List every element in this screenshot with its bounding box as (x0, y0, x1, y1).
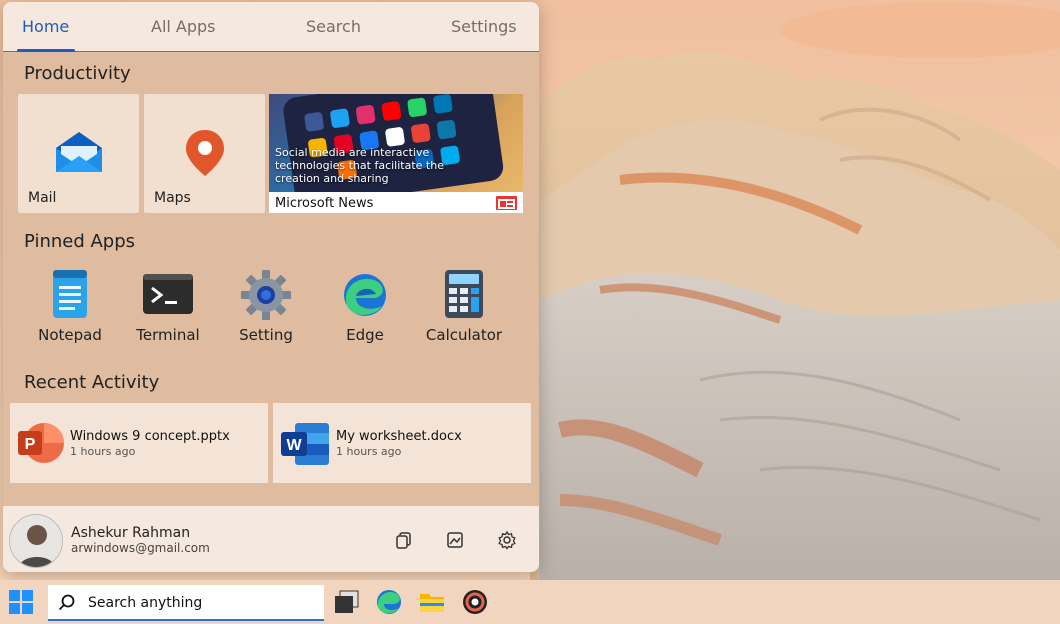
terminal-label: Terminal (136, 326, 200, 344)
pictures-icon[interactable] (445, 530, 465, 550)
start-menu: Home All Apps Search Settings Productivi… (3, 2, 539, 572)
notepad-icon (53, 270, 87, 318)
pinned-calculator[interactable]: Calculator (416, 270, 512, 350)
word-icon: W (281, 423, 329, 465)
recent-activity-heading: Recent Activity (24, 372, 160, 393)
user-email: arwindows@gmail.com (71, 541, 210, 555)
calculator-icon (445, 270, 483, 318)
news-caption: Social media are interactive technologie… (275, 146, 444, 185)
recent-item[interactable]: W My worksheet.docx 1 hours ago (273, 403, 531, 483)
edge-icon (344, 274, 386, 316)
taskbar: Search anything (0, 580, 1060, 624)
svg-text:P: P (25, 436, 36, 453)
setting-label: Setting (239, 326, 293, 344)
recent-item[interactable]: P Windows 9 concept.pptx 1 hours ago (10, 403, 268, 483)
documents-icon[interactable] (394, 530, 414, 550)
pinned-notepad[interactable]: Notepad (22, 270, 118, 350)
recent-item-name: Windows 9 concept.pptx (70, 429, 230, 444)
pinned-setting[interactable]: Setting (218, 270, 314, 350)
user-name: Ashekur Rahman (71, 525, 191, 541)
file-explorer-icon[interactable] (419, 589, 445, 615)
tab-all-apps[interactable]: All Apps (151, 17, 216, 36)
media-player-icon[interactable] (462, 589, 488, 615)
news-icon (496, 196, 517, 210)
search-placeholder: Search anything (88, 595, 203, 611)
pinned-apps-heading: Pinned Apps (24, 231, 136, 252)
tab-settings[interactable]: Settings (451, 17, 517, 36)
active-tab-indicator (17, 49, 75, 52)
map-pin-icon (186, 130, 224, 176)
windows-start-icon[interactable] (8, 589, 34, 615)
edge-taskbar-icon[interactable] (376, 589, 402, 615)
taskbar-search-input[interactable]: Search anything (48, 585, 324, 621)
maps-tile[interactable]: Maps (144, 94, 265, 213)
news-image: Social media are interactive technologie… (269, 94, 523, 192)
recent-item-name: My worksheet.docx (336, 429, 462, 444)
recent-item-time: 1 hours ago (336, 445, 402, 458)
settings-gear-icon[interactable] (497, 530, 517, 550)
mail-icon (56, 132, 102, 172)
start-menu-tabs: Home All Apps Search Settings (3, 2, 539, 52)
tab-search[interactable]: Search (306, 17, 361, 36)
mail-label: Mail (28, 190, 57, 206)
pinned-edge[interactable]: Edge (317, 270, 413, 350)
microsoft-news-tile[interactable]: Social media are interactive technologie… (269, 94, 523, 213)
avatar[interactable] (9, 514, 63, 568)
user-bar: Ashekur Rahman arwindows@gmail.com (3, 506, 539, 572)
mail-tile[interactable]: Mail (18, 94, 139, 213)
maps-label: Maps (154, 190, 191, 206)
gear-icon (241, 270, 291, 320)
news-label: Microsoft News (275, 196, 374, 211)
terminal-icon (143, 274, 193, 314)
calculator-label: Calculator (425, 326, 503, 344)
search-icon (58, 594, 75, 611)
powerpoint-icon: P (18, 423, 64, 463)
tab-home[interactable]: Home (22, 17, 69, 36)
svg-text:W: W (286, 437, 302, 454)
task-view-icon[interactable] (334, 589, 360, 615)
pinned-terminal[interactable]: Terminal (120, 270, 216, 350)
edge-label: Edge (346, 326, 384, 344)
recent-item-time: 1 hours ago (70, 445, 136, 458)
notepad-label: Notepad (38, 326, 102, 344)
productivity-heading: Productivity (24, 63, 131, 84)
